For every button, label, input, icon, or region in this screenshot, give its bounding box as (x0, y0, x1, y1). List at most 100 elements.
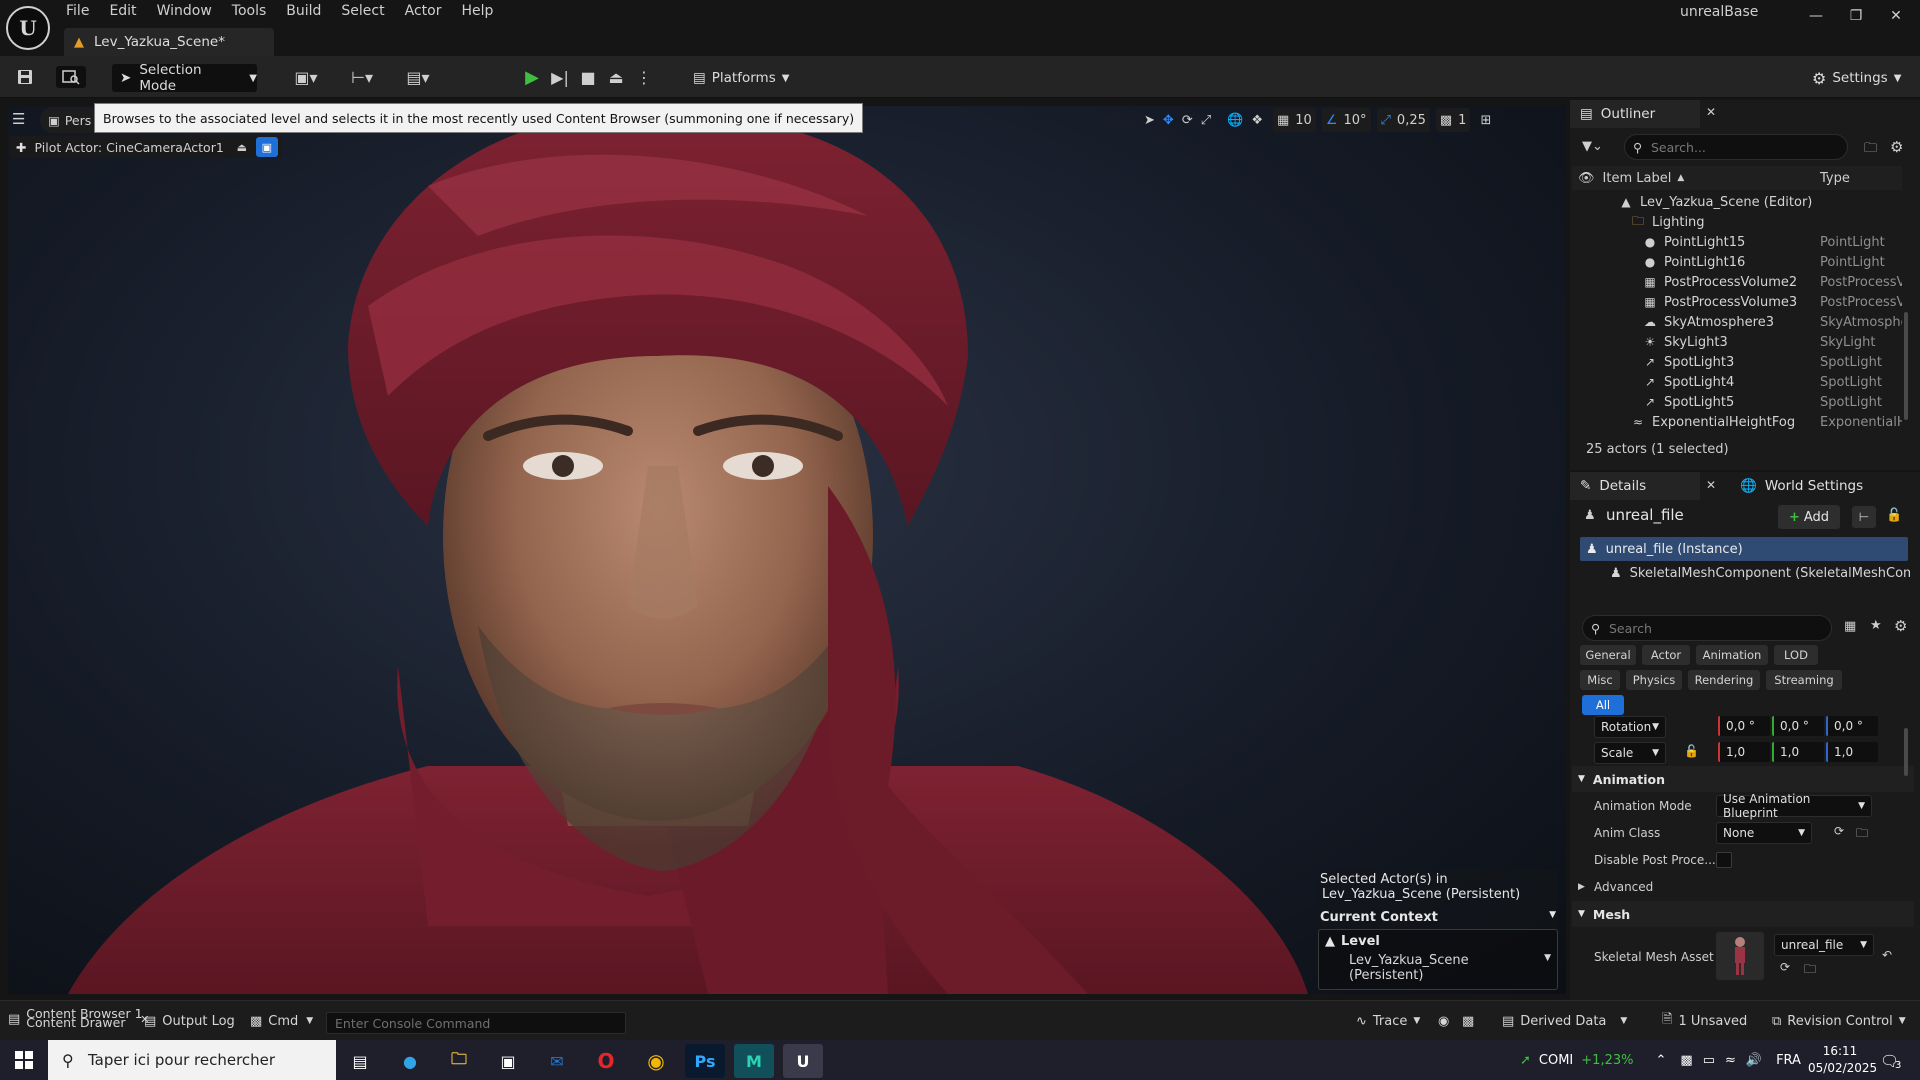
play-icon[interactable]: ▶ (520, 66, 544, 88)
add-component-button[interactable]: + Add (1778, 505, 1840, 529)
skeletal-mesh-thumbnail[interactable] (1716, 932, 1764, 980)
scale-tool-icon[interactable]: ⤢ (1197, 108, 1215, 132)
skeletal-mesh-component-row[interactable]: ♟ SkeletalMeshComponent (SkeletalMeshCom… (1610, 562, 1910, 584)
eject-icon[interactable]: ⏏ (604, 66, 628, 88)
record-icon[interactable]: ◉ (1438, 1010, 1449, 1032)
battery-icon[interactable]: ▭ (1703, 1053, 1715, 1068)
taskbar-clock[interactable]: 16:11 05/02/2025 (1808, 1043, 1877, 1077)
trace-dropdown[interactable]: ∿ Trace ▼ (1356, 1010, 1420, 1032)
notification-center-icon[interactable]: 🗨 3 (1880, 1050, 1901, 1072)
use-selected-icon[interactable]: ⟳ (1780, 960, 1790, 974)
skeletal-mesh-dropdown[interactable]: unreal_file ▼ (1774, 934, 1874, 956)
microsoft-store-icon[interactable]: ▣ (488, 1044, 528, 1078)
details-settings-icon[interactable]: ⚙ (1894, 617, 1907, 635)
rotation-x-field[interactable]: 0,0 ° (1718, 716, 1770, 736)
menu-tools[interactable]: Tools (222, 0, 277, 24)
outliner-row[interactable]: 🗀 Lighting (1572, 212, 1902, 232)
surface-snap-icon[interactable]: ❖ (1247, 108, 1267, 132)
edge-browser-icon[interactable]: ● (390, 1044, 430, 1078)
opera-icon[interactable]: O (586, 1044, 626, 1078)
world-settings-tab[interactable]: 🌐 World Settings (1730, 472, 1873, 500)
camera-icon[interactable]: ▣ (255, 137, 278, 157)
world-space-icon[interactable]: 🌐 (1223, 108, 1247, 132)
cmd-dropdown[interactable]: ▩ Cmd ▼ (250, 1010, 313, 1032)
content-drawer-button[interactable]: ▤ Content Browser 1 Content Drawer ✕ (8, 1006, 150, 1030)
device-icon[interactable]: ▩ (1680, 1053, 1692, 1068)
viewport-menu-icon[interactable]: ☰ (12, 110, 34, 132)
scale-y-field[interactable]: 1,0 (1772, 742, 1824, 762)
category-all-button[interactable]: All (1582, 695, 1624, 715)
close-window-icon[interactable]: ✕ (1876, 0, 1916, 32)
unreal-logo-icon[interactable]: U (6, 6, 50, 50)
camera-speed-button[interactable]: ▩ 1 (1435, 108, 1471, 132)
disable-post-process-checkbox[interactable] (1716, 852, 1732, 868)
details-search-input[interactable]: ⚲ Search (1582, 615, 1832, 641)
reset-icon[interactable]: ↶ (1882, 948, 1892, 962)
rotation-dropdown[interactable]: Rotation ▼ (1594, 716, 1666, 738)
level-viewport[interactable] (8, 106, 1566, 994)
level-context-dropdown[interactable]: Lev_Yazkua_Scene (Persistent) ▼ (1325, 949, 1551, 985)
category-physics-button[interactable]: Physics (1626, 670, 1682, 690)
column-item-label[interactable]: Item Label (1603, 171, 1672, 186)
details-scrollbar[interactable] (1904, 728, 1908, 776)
tray-expand-icon[interactable]: ⌃ (1655, 1053, 1666, 1068)
filter-icon[interactable]: ▼⌄ (1582, 139, 1603, 154)
unsaved-button[interactable]: 🗎 1 Unsaved (1662, 1010, 1747, 1032)
menu-select[interactable]: Select (331, 0, 394, 24)
rotate-tool-icon[interactable]: ⟳ (1178, 108, 1197, 132)
outliner-row[interactable]: ▦ PostProcessVolume2 PostProcessV (1572, 272, 1902, 292)
visibility-eye-icon[interactable]: 👁 (1578, 171, 1595, 186)
blueprint-icon[interactable]: ⊢▾ (344, 66, 380, 88)
lock-icon[interactable]: 🔓 (1886, 508, 1902, 523)
eject-pilot-icon[interactable]: ⏏ (232, 137, 252, 157)
unreal-taskbar-icon[interactable]: U (783, 1044, 823, 1078)
table-view-icon[interactable]: ▦ (1844, 619, 1856, 634)
chrome-icon[interactable]: ◉ (636, 1044, 676, 1078)
category-rendering-button[interactable]: Rendering (1688, 670, 1760, 690)
file-explorer-icon[interactable]: 🗀 (439, 1044, 479, 1078)
close-outliner-icon[interactable]: ✕ (1706, 105, 1716, 119)
screenshot-icon[interactable]: ▩ (1462, 1010, 1474, 1032)
revision-control-dropdown[interactable]: ⧉ Revision Control ▼ (1772, 1010, 1906, 1032)
stock-label[interactable]: COMI (1539, 1053, 1573, 1068)
save-icon[interactable] (13, 66, 37, 88)
animation-mode-dropdown[interactable]: Use Animation Blueprint ▼ (1716, 792, 1872, 820)
browse-asset-icon[interactable]: 🗀 (1804, 960, 1816, 981)
category-general-button[interactable]: General (1580, 645, 1636, 665)
animation-section[interactable]: ▼ Animation (1572, 766, 1914, 792)
outliner-settings-icon[interactable]: ⚙ (1890, 138, 1903, 156)
marmoset-icon[interactable]: M (734, 1044, 774, 1078)
advanced-row[interactable]: ▶ Advanced (1572, 874, 1914, 900)
outliner-row[interactable]: ▲ Lev_Yazkua_Scene (Editor) (1572, 192, 1902, 212)
menu-edit[interactable]: Edit (99, 0, 146, 24)
blueprint-add-icon[interactable]: ⊢ (1852, 506, 1876, 528)
stop-icon[interactable]: ■ (576, 66, 600, 88)
menu-help[interactable]: Help (451, 0, 503, 24)
task-view-icon[interactable]: ▤ (340, 1044, 380, 1078)
outliner-search-input[interactable]: ⚲ Search... (1624, 134, 1848, 160)
menu-window[interactable]: Window (147, 0, 222, 24)
windows-start-icon[interactable] (0, 1040, 48, 1080)
rotation-y-field[interactable]: 0,0 ° (1772, 716, 1824, 736)
scale-snap-button[interactable]: ⤢ 0,25 (1376, 108, 1430, 132)
outliner-row[interactable]: ● PointLight16 PointLight (1572, 252, 1902, 272)
mesh-section[interactable]: ▼ Mesh (1572, 901, 1914, 927)
close-details-icon[interactable]: ✕ (1706, 478, 1716, 492)
category-lod-button[interactable]: LOD (1774, 645, 1818, 665)
outlook-icon[interactable]: ✉ (537, 1044, 577, 1078)
category-streaming-button[interactable]: Streaming (1766, 670, 1842, 690)
use-selected-icon[interactable]: ⟳ (1834, 824, 1844, 838)
category-animation-button[interactable]: Animation (1696, 645, 1768, 665)
translate-tool-icon[interactable]: ✥ (1159, 108, 1178, 132)
selection-mode-dropdown[interactable]: ➤ Selection Mode ▼ (112, 62, 257, 94)
platforms-button[interactable]: ▤ Platforms ▼ (685, 64, 797, 92)
rotation-snap-button[interactable]: ∠ 10° (1321, 108, 1371, 132)
minimize-icon[interactable]: — (1796, 0, 1836, 32)
grid-snap-button[interactable]: ▦ 10 (1272, 108, 1316, 132)
viewport-layout-icon[interactable]: ⊞ (1476, 108, 1495, 132)
taskbar-search-input[interactable]: ⚲ Taper ici pour rechercher (48, 1040, 336, 1080)
current-context-header[interactable]: Current Context ▼ (1318, 904, 1558, 929)
photoshop-icon[interactable]: Ps (685, 1044, 725, 1078)
details-tab[interactable]: ✎ Details (1570, 472, 1700, 500)
column-type[interactable]: Type (1820, 171, 1850, 186)
